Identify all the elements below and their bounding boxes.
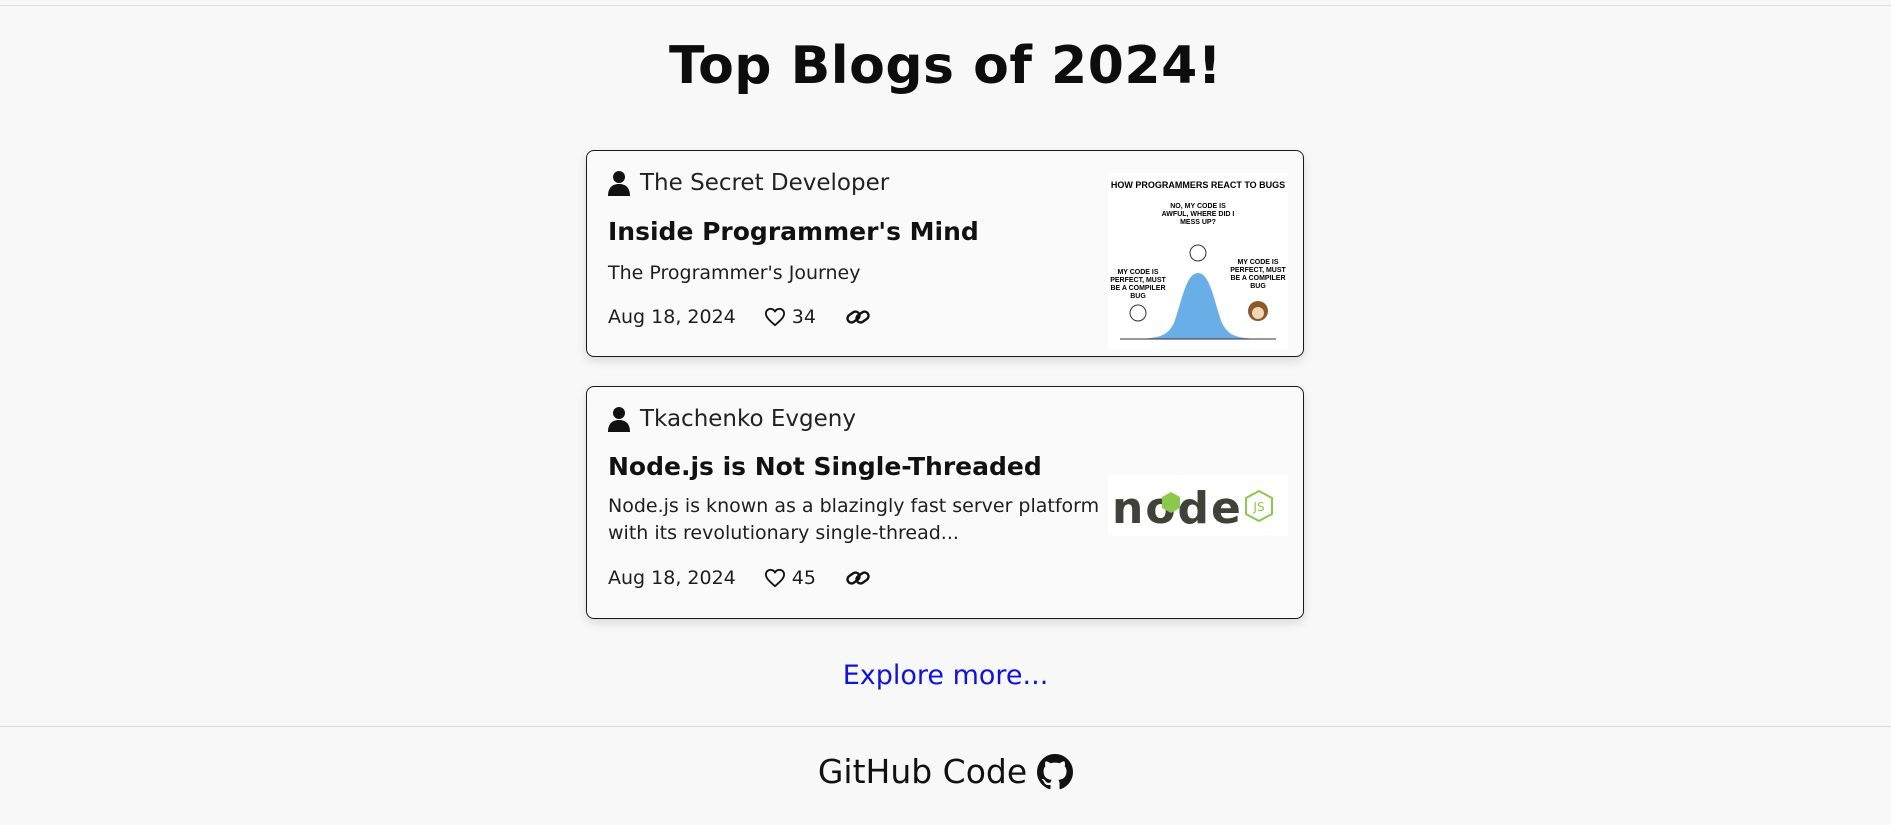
blog-title[interactable]: Inside Programmer's Mind	[608, 217, 979, 246]
blog-description: Node.js is known as a blazingly fast ser…	[608, 495, 1100, 544]
blog-card[interactable]: Tkachenko Evgeny Node.js is Not Single-T…	[586, 386, 1304, 619]
blog-thumbnail[interactable]: HOW PROGRAMMERS REACT TO BUGS NO, MY COD…	[1108, 173, 1288, 349]
meme-right-caption: MY CODE IS PERFECT, MUST BE A COMPILER B…	[1230, 259, 1286, 290]
footer-divider	[0, 726, 1891, 727]
blog-date: Aug 18, 2024	[608, 567, 736, 589]
heart-icon[interactable]	[764, 568, 786, 588]
blog-description: The Programmer's Journey	[608, 262, 861, 284]
blog-author: Tkachenko Evgeny	[608, 406, 856, 432]
blog-title[interactable]: Node.js is Not Single-Threaded	[608, 452, 1042, 481]
meme-heading: HOW PROGRAMMERS REACT TO BUGS	[1111, 180, 1285, 190]
blog-thumbnail[interactable]: node JS	[1108, 475, 1288, 535]
github-icon[interactable]	[1037, 753, 1074, 790]
blog-meta: Aug 18, 2024 34	[608, 305, 872, 329]
github-code-link[interactable]: GitHub Code	[818, 752, 1027, 791]
blog-meta: Aug 18, 2024 45	[608, 566, 872, 590]
footer: GitHub Code	[0, 752, 1891, 791]
meme-left-caption: MY CODE IS PERFECT, MUST BE A COMPILER B…	[1110, 269, 1166, 300]
blog-author-name: The Secret Developer	[640, 170, 890, 196]
top-divider	[0, 5, 1891, 6]
like-count: 34	[791, 306, 816, 328]
js-badge: JS	[1252, 500, 1264, 514]
page-title: Top Blogs of 2024!	[669, 36, 1222, 96]
like-count: 45	[791, 567, 816, 589]
heart-icon[interactable]	[764, 307, 786, 327]
meme-middle-caption: NO, MY CODE IS AWFUL, WHERE DID I MESS U…	[1161, 203, 1235, 226]
nodejs-logo-image: node JS	[1108, 475, 1288, 535]
bug-reaction-meme-image: HOW PROGRAMMERS REACT TO BUGS NO, MY COD…	[1108, 173, 1288, 349]
link-icon[interactable]	[844, 305, 872, 329]
person-icon	[608, 407, 630, 432]
link-icon[interactable]	[844, 566, 872, 590]
blog-author-name: Tkachenko Evgeny	[640, 406, 856, 432]
blog-card[interactable]: The Secret Developer Inside Programmer's…	[586, 150, 1304, 357]
blog-author: The Secret Developer	[608, 170, 889, 196]
blog-date: Aug 18, 2024	[608, 306, 736, 328]
explore-more-link[interactable]: Explore more...	[0, 660, 1891, 691]
person-icon	[608, 171, 630, 196]
